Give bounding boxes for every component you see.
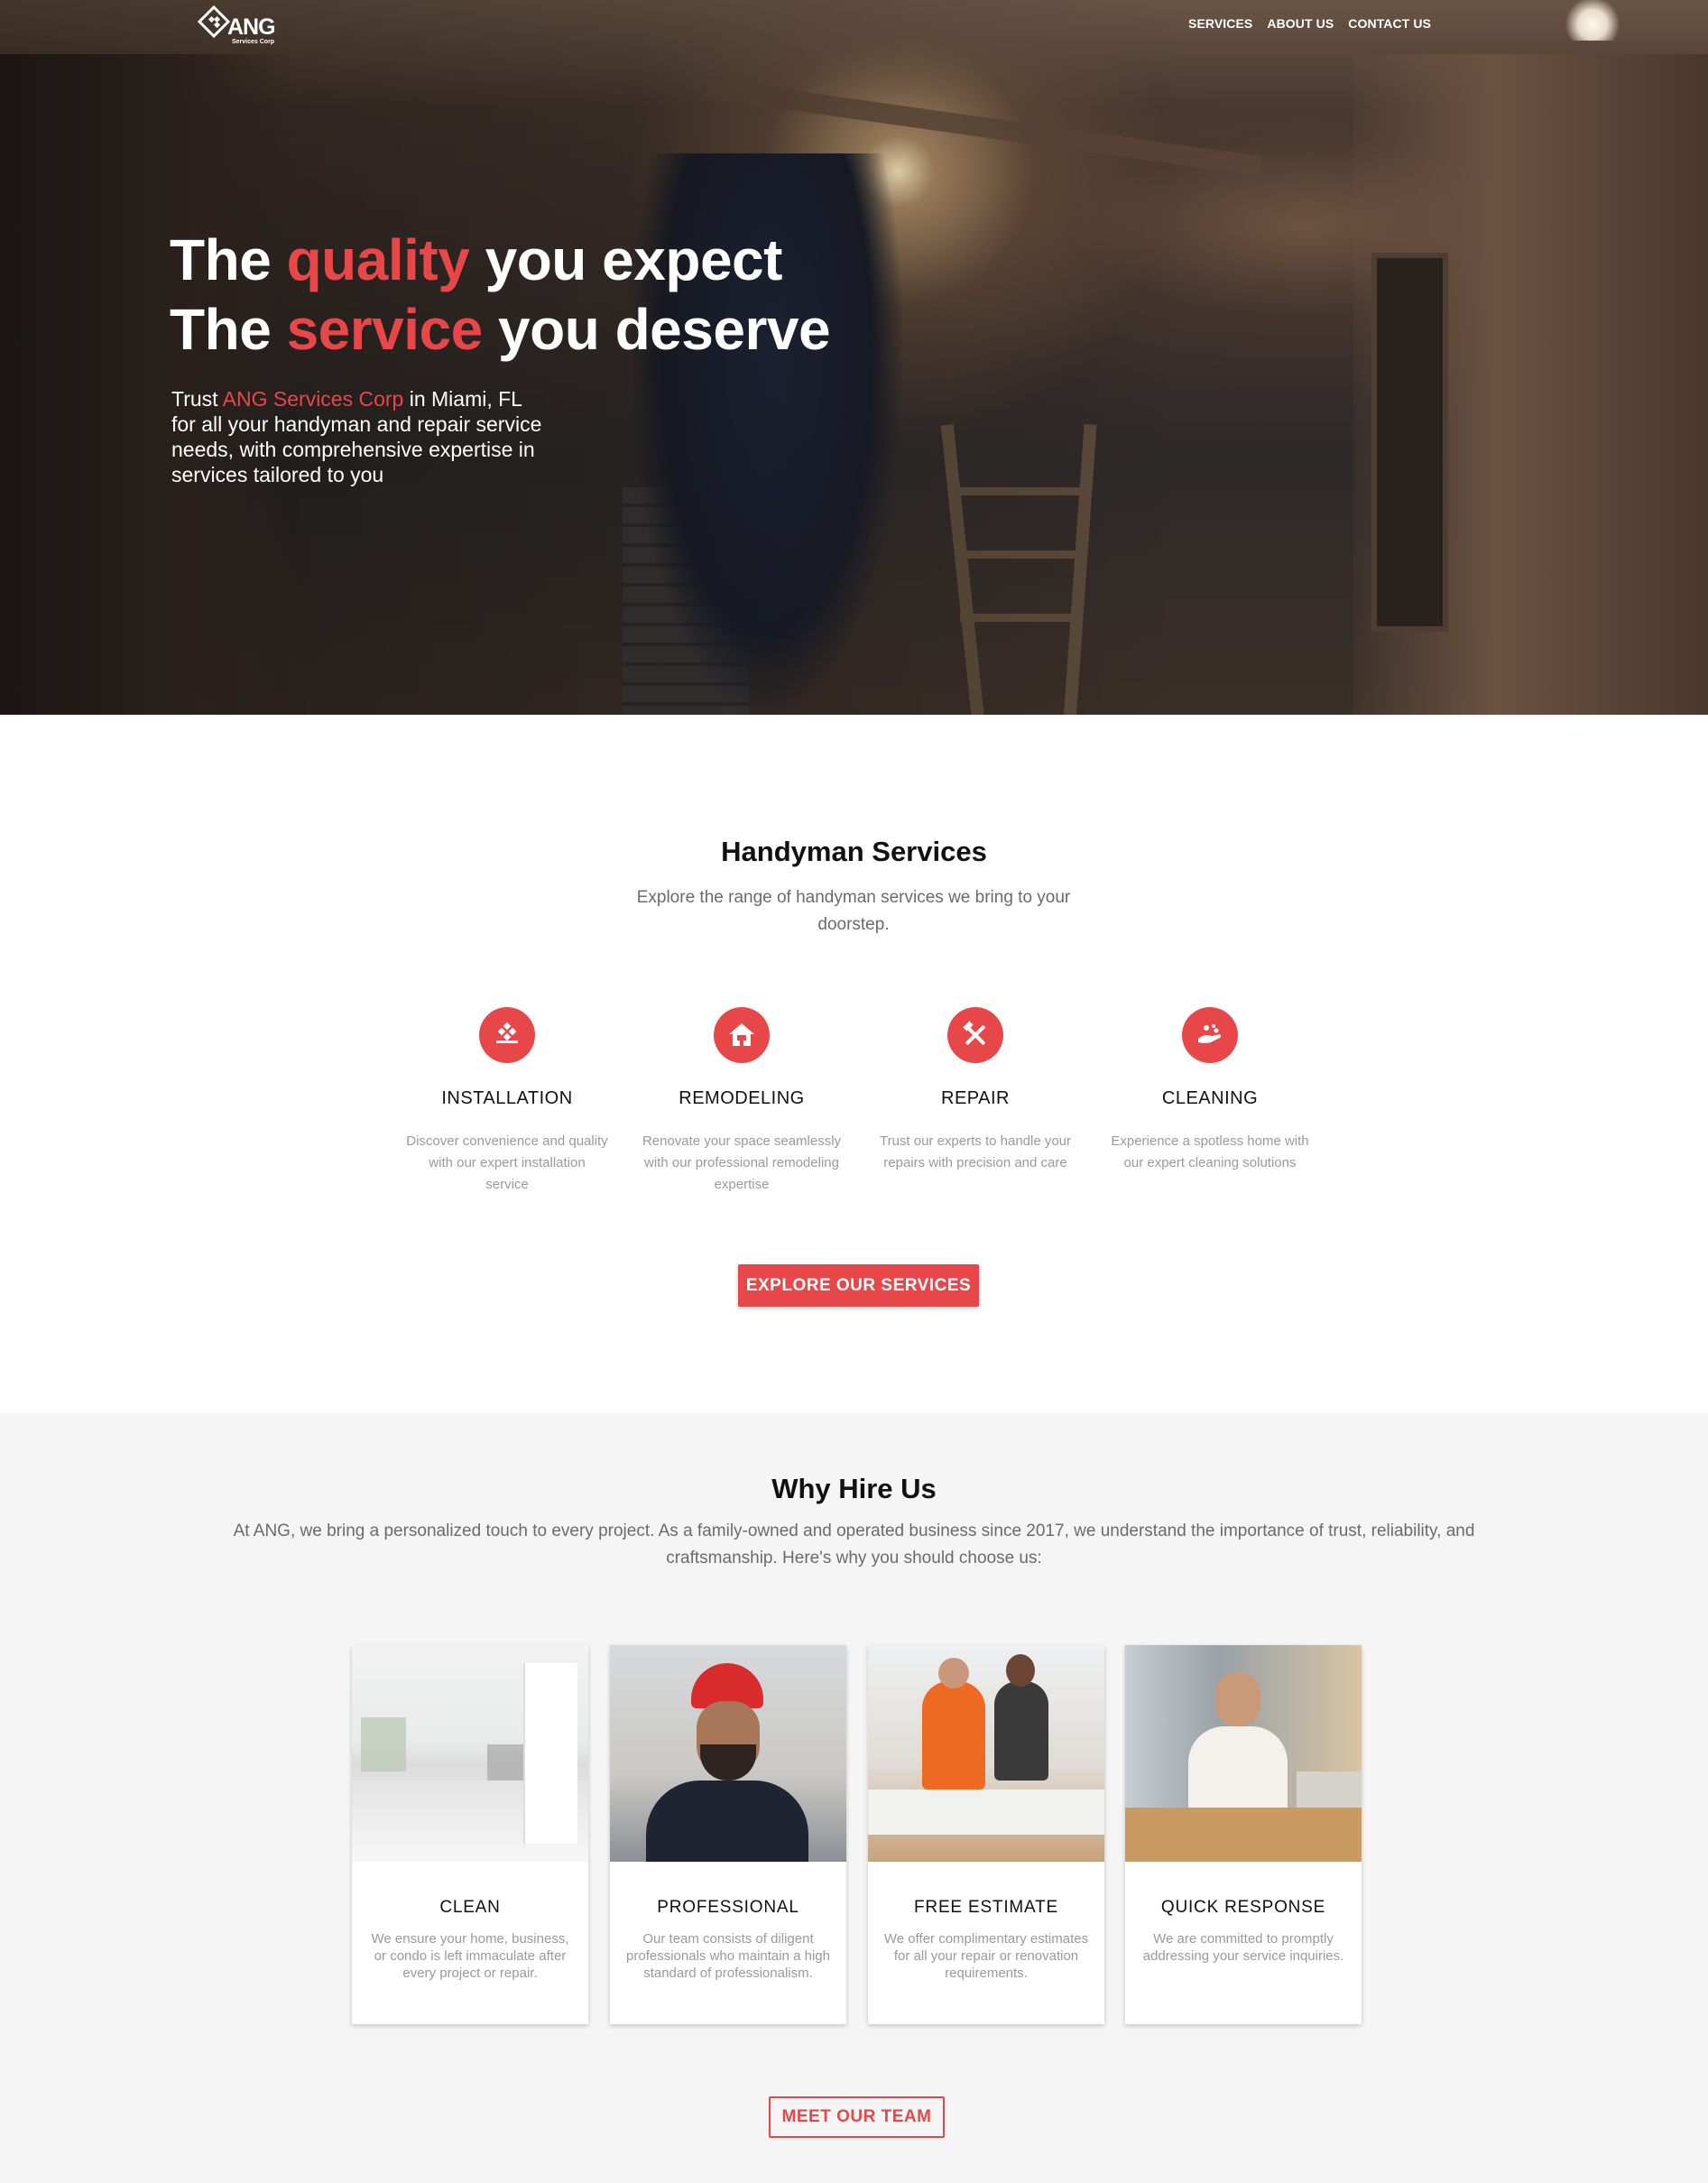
hero-headline-text: The bbox=[170, 297, 287, 362]
why-card-clean[interactable]: CLEAN We ensure your home, business, or … bbox=[352, 1645, 588, 2024]
hero-company-name: ANG Services Corp bbox=[222, 387, 404, 411]
service-label: REMODELING bbox=[679, 1088, 805, 1108]
hero-section: ANG Services Corp SERVICES ABOUT US CONT… bbox=[0, 0, 1708, 715]
hero-description: Trust ANG Services Corp in Miami, FL for… bbox=[171, 386, 550, 487]
tile-install-icon bbox=[479, 1007, 535, 1063]
service-label: CLEANING bbox=[1161, 1088, 1259, 1108]
service-item-repair[interactable]: REPAIR Trust our experts to handle your … bbox=[867, 1007, 1084, 1174]
card-image-worker bbox=[610, 1645, 846, 1862]
hero-headline-highlight: quality bbox=[286, 227, 470, 292]
hero-headline-text: you expect bbox=[469, 227, 783, 292]
services-subtitle: Explore the range of handyman services w… bbox=[636, 888, 1071, 934]
service-item-cleaning[interactable]: CLEANING Experience a spotless home with… bbox=[1102, 1007, 1318, 1174]
why-subtitle: At ANG, we bring a personalized touch to… bbox=[233, 1522, 1475, 1568]
site-logo[interactable]: ANG Services Corp bbox=[198, 2, 288, 52]
card-title: FREE ESTIMATE bbox=[914, 1898, 1058, 1917]
explore-services-button[interactable]: EXPLORE OUR SERVICES bbox=[738, 1264, 979, 1307]
service-item-installation[interactable]: INSTALLATION Discover convenience and qu… bbox=[399, 1007, 615, 1196]
main-nav: SERVICES ABOUT US CONTACT US bbox=[1188, 16, 1445, 31]
why-title: Why Hire Us bbox=[771, 1473, 937, 1504]
service-item-remodeling[interactable]: REMODELING Renovate your space seamlessl… bbox=[633, 1007, 850, 1196]
services-title: Handyman Services bbox=[721, 836, 987, 867]
why-card-quick-response[interactable]: QUICK RESPONSE We are committed to promp… bbox=[1125, 1645, 1362, 2024]
nav-link-services[interactable]: SERVICES bbox=[1188, 16, 1252, 31]
card-image-planning bbox=[868, 1645, 1104, 1862]
service-description: Discover convenience and quality with ou… bbox=[406, 1133, 608, 1192]
card-image-kitchen bbox=[352, 1645, 588, 1862]
hero-headline-text: The bbox=[170, 227, 287, 292]
card-description: We offer complimentary estimates for all… bbox=[883, 1931, 1089, 1981]
meet-our-team-button[interactable]: MEET OUR TEAM bbox=[769, 2096, 945, 2138]
service-label: REPAIR bbox=[941, 1088, 1010, 1108]
cleaning-hand-icon bbox=[1182, 1007, 1238, 1063]
logo-wordmark: ANG bbox=[227, 14, 276, 40]
card-title: PROFESSIONAL bbox=[657, 1898, 799, 1917]
card-description: We ensure your home, business, or condo … bbox=[371, 1931, 569, 1981]
service-description: Trust our experts to handle your repairs… bbox=[879, 1133, 1072, 1170]
hero-headline-highlight: service bbox=[286, 297, 484, 362]
nav-link-about-us[interactable]: ABOUT US bbox=[1267, 16, 1334, 31]
tools-icon bbox=[947, 1007, 1003, 1063]
card-title: CLEAN bbox=[439, 1898, 501, 1917]
nav-link-contact-us[interactable]: CONTACT US bbox=[1348, 16, 1431, 31]
card-image-phone-call bbox=[1125, 1645, 1362, 1862]
service-label: INSTALLATION bbox=[441, 1088, 573, 1108]
logo-subtitle: Services Corp bbox=[232, 39, 275, 45]
service-description: Experience a spotless home with our expe… bbox=[1111, 1133, 1309, 1170]
hero-headline-text: you deserve bbox=[482, 297, 831, 362]
hero-description-text: Trust bbox=[171, 387, 223, 411]
card-description: Our team consists of diligent profession… bbox=[626, 1931, 830, 1981]
hero-headline: The quality you expect The service you d… bbox=[170, 226, 831, 365]
logo-diamond-icon bbox=[198, 5, 230, 38]
card-description: We are committed to promptly addressing … bbox=[1142, 1931, 1344, 1964]
why-card-professional[interactable]: PROFESSIONAL Our team consists of dilige… bbox=[610, 1645, 846, 2024]
house-icon bbox=[714, 1007, 770, 1063]
why-card-free-estimate[interactable]: FREE ESTIMATE We offer complimentary est… bbox=[868, 1645, 1104, 2024]
card-title: QUICK RESPONSE bbox=[1160, 1898, 1326, 1917]
service-description: Renovate your space seamlessly with our … bbox=[642, 1133, 842, 1192]
